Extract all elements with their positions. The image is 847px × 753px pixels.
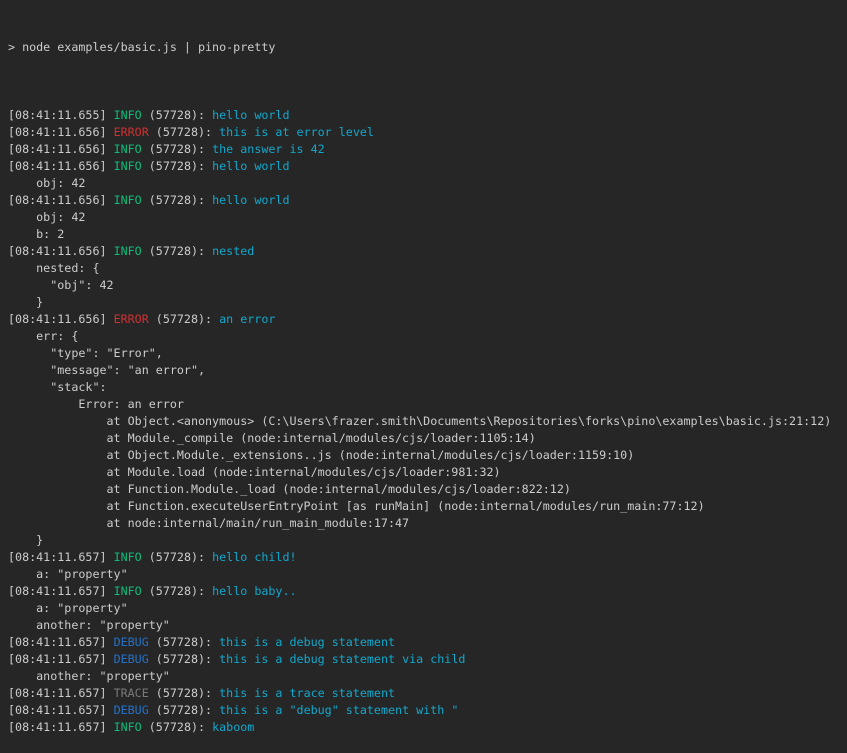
log-pid: (57728): bbox=[149, 125, 219, 139]
log-pid: (57728): bbox=[142, 159, 212, 173]
log-message: this is a "debug" statement with " bbox=[219, 703, 458, 717]
log-line: [08:41:11.656] ERROR (57728): this is at… bbox=[8, 124, 847, 141]
log-detail-line: "obj": 42 bbox=[8, 277, 847, 294]
log-level: INFO bbox=[114, 159, 142, 173]
log-line: [08:41:11.656] INFO (57728): hello world bbox=[8, 192, 847, 209]
log-pid: (57728): bbox=[142, 550, 212, 564]
log-detail-line: } bbox=[8, 532, 847, 549]
log-detail-line: obj: 42 bbox=[8, 209, 847, 226]
log-pid: (57728): bbox=[142, 720, 212, 734]
log-message: hello world bbox=[212, 108, 289, 122]
log-timestamp: [08:41:11.656] bbox=[8, 312, 114, 326]
log-detail-line: "message": "an error", bbox=[8, 362, 847, 379]
log-pid: (57728): bbox=[149, 703, 219, 717]
log-line: [08:41:11.657] INFO (57728): hello baby.… bbox=[8, 583, 847, 600]
blank-line bbox=[8, 90, 847, 107]
log-detail-line: "stack": bbox=[8, 379, 847, 396]
log-detail-line: another: "property" bbox=[8, 668, 847, 685]
log-detail-line: "type": "Error", bbox=[8, 345, 847, 362]
log-pid: (57728): bbox=[149, 635, 219, 649]
log-detail-line: a: "property" bbox=[8, 600, 847, 617]
log-message: hello child! bbox=[212, 550, 296, 564]
log-pid: (57728): bbox=[142, 142, 212, 156]
log-line: [08:41:11.655] INFO (57728): hello world bbox=[8, 107, 847, 124]
log-line: [08:41:11.656] INFO (57728): hello world bbox=[8, 158, 847, 175]
log-message: nested bbox=[212, 244, 254, 258]
log-line: [08:41:11.656] INFO (57728): nested bbox=[8, 243, 847, 260]
log-line: [08:41:11.657] DEBUG (57728): this is a … bbox=[8, 702, 847, 719]
log-line: [08:41:11.656] INFO (57728): the answer … bbox=[8, 141, 847, 158]
log-message: this is a debug statement bbox=[219, 635, 395, 649]
log-detail-line: at Module.load (node:internal/modules/cj… bbox=[8, 464, 847, 481]
log-level: INFO bbox=[114, 720, 142, 734]
log-pid: (57728): bbox=[149, 652, 219, 666]
log-line: [08:41:11.656] ERROR (57728): an error bbox=[8, 311, 847, 328]
log-detail-line: at node:internal/main/run_main_module:17… bbox=[8, 515, 847, 532]
log-level: TRACE bbox=[114, 686, 149, 700]
log-timestamp: [08:41:11.657] bbox=[8, 703, 114, 717]
log-level: DEBUG bbox=[114, 652, 149, 666]
log-message: hello world bbox=[212, 193, 289, 207]
log-level: ERROR bbox=[114, 312, 149, 326]
log-timestamp: [08:41:11.656] bbox=[8, 142, 114, 156]
log-pid: (57728): bbox=[142, 244, 212, 258]
log-pid: (57728): bbox=[142, 584, 212, 598]
log-level: INFO bbox=[114, 550, 142, 564]
log-detail-line: } bbox=[8, 294, 847, 311]
log-detail-line: b: 2 bbox=[8, 226, 847, 243]
log-lines: [08:41:11.655] INFO (57728): hello world… bbox=[8, 90, 847, 736]
log-level: DEBUG bbox=[114, 635, 149, 649]
log-pid: (57728): bbox=[149, 686, 219, 700]
log-detail-line: at Object.Module._extensions..js (node:i… bbox=[8, 447, 847, 464]
log-timestamp: [08:41:11.657] bbox=[8, 584, 114, 598]
log-line: [08:41:11.657] DEBUG (57728): this is a … bbox=[8, 651, 847, 668]
log-timestamp: [08:41:11.656] bbox=[8, 125, 114, 139]
log-detail-line: another: "property" bbox=[8, 617, 847, 634]
log-detail-line: at Function.executeUserEntryPoint [as ru… bbox=[8, 498, 847, 515]
log-detail-line: nested: { bbox=[8, 260, 847, 277]
log-level: INFO bbox=[114, 108, 142, 122]
log-timestamp: [08:41:11.656] bbox=[8, 159, 114, 173]
log-detail-line: Error: an error bbox=[8, 396, 847, 413]
log-message: kaboom bbox=[212, 720, 254, 734]
log-level: INFO bbox=[114, 244, 142, 258]
terminal-output: > node examples/basic.js | pino-pretty [… bbox=[0, 0, 847, 753]
log-line: [08:41:11.657] TRACE (57728): this is a … bbox=[8, 685, 847, 702]
log-timestamp: [08:41:11.657] bbox=[8, 686, 114, 700]
log-detail-line: obj: 42 bbox=[8, 175, 847, 192]
log-timestamp: [08:41:11.656] bbox=[8, 193, 114, 207]
log-message: an error bbox=[219, 312, 275, 326]
log-line: [08:41:11.657] INFO (57728): kaboom bbox=[8, 719, 847, 736]
log-detail-line: at Function.Module._load (node:internal/… bbox=[8, 481, 847, 498]
log-detail-line: at Module._compile (node:internal/module… bbox=[8, 430, 847, 447]
log-message: the answer is 42 bbox=[212, 142, 325, 156]
log-message: this is at error level bbox=[219, 125, 374, 139]
log-message: hello world bbox=[212, 159, 289, 173]
log-message: hello baby.. bbox=[212, 584, 296, 598]
log-detail-line: err: { bbox=[8, 328, 847, 345]
log-timestamp: [08:41:11.657] bbox=[8, 652, 114, 666]
log-pid: (57728): bbox=[142, 193, 212, 207]
log-pid: (57728): bbox=[142, 108, 212, 122]
log-level: INFO bbox=[114, 193, 142, 207]
log-message: this is a debug statement via child bbox=[219, 652, 465, 666]
log-detail-line: a: "property" bbox=[8, 566, 847, 583]
log-timestamp: [08:41:11.657] bbox=[8, 720, 114, 734]
log-detail-line: at Object.<anonymous> (C:\Users\frazer.s… bbox=[8, 413, 847, 430]
log-level: INFO bbox=[114, 584, 142, 598]
log-line: [08:41:11.657] DEBUG (57728): this is a … bbox=[8, 634, 847, 651]
log-level: INFO bbox=[114, 142, 142, 156]
log-level: DEBUG bbox=[114, 703, 149, 717]
log-timestamp: [08:41:11.657] bbox=[8, 550, 114, 564]
log-timestamp: [08:41:11.655] bbox=[8, 108, 114, 122]
log-message: this is a trace statement bbox=[219, 686, 395, 700]
log-timestamp: [08:41:11.656] bbox=[8, 244, 114, 258]
log-pid: (57728): bbox=[149, 312, 219, 326]
log-timestamp: [08:41:11.657] bbox=[8, 635, 114, 649]
log-level: ERROR bbox=[114, 125, 149, 139]
log-line: [08:41:11.657] INFO (57728): hello child… bbox=[8, 549, 847, 566]
command-line: > node examples/basic.js | pino-pretty bbox=[8, 39, 847, 56]
